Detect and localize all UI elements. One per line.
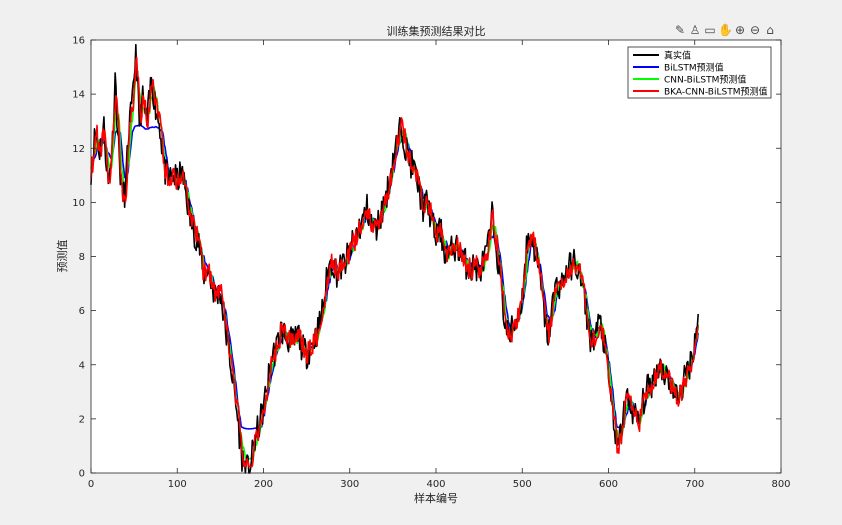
x-tick-label: 800 [771, 479, 790, 490]
x-tick-label: 300 [340, 479, 359, 490]
x-tick-label: 400 [426, 479, 445, 490]
legend-label: 真实值 [664, 50, 691, 62]
y-tick-label: 12 [72, 144, 85, 155]
x-tick-label: 600 [599, 479, 618, 490]
chart-title: 训练集预测结果对比 [387, 24, 486, 38]
axes-area [91, 40, 781, 473]
figure-window: ✎ ♙ ▭ ✋ ⊕ ⊖ ⌂ 训练集预测结果对比 0 100 200 300 400 500… [0, 0, 842, 525]
x-tick-label: 100 [168, 479, 187, 490]
legend-label: BiLSTM预测值 [664, 62, 724, 74]
x-tick-label: 700 [685, 479, 704, 490]
x-axis-label: 样本编号 [414, 491, 458, 505]
y-tick-label: 6 [79, 306, 85, 317]
y-tick-label: 10 [72, 198, 85, 209]
x-tick-label: 500 [513, 479, 532, 490]
x-tick-label: 0 [88, 479, 94, 490]
y-tick-label: 4 [79, 360, 85, 371]
y-tick-label: 14 [72, 90, 85, 101]
y-tick-label: 16 [72, 36, 85, 47]
y-axis-label: 预测值 [56, 240, 69, 273]
legend: 真实值BiLSTM预测值CNN-BiLSTM预测值BKA-CNN-BiLSTM预… [627, 46, 772, 99]
chart-svg: 训练集预测结果对比 0 100 200 300 400 500 600 700 800 0 2 4 6… [56, 24, 791, 505]
y-tick-label: 0 [79, 469, 85, 480]
legend-label: BKA-CNN-BiLSTM预测值 [664, 86, 767, 98]
y-tick-label: 8 [79, 252, 85, 263]
legend-label: CNN-BiLSTM预测值 [664, 74, 746, 86]
y-tick-label: 2 [79, 414, 85, 425]
x-tick-label: 200 [254, 479, 273, 490]
